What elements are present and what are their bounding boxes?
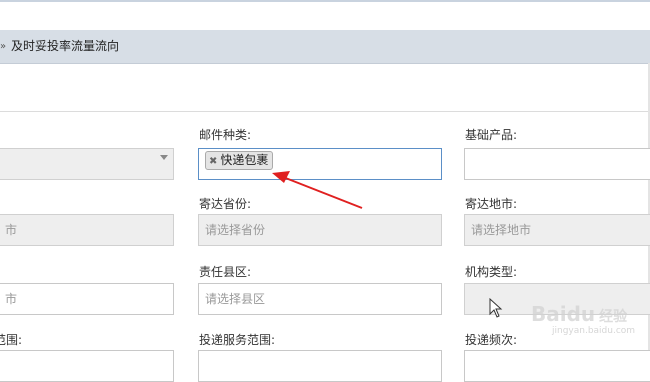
watermark-sub: 经验: [599, 309, 628, 325]
arrow-shaft: [282, 176, 363, 209]
arrow-head: [272, 171, 290, 183]
watermark-text: Baidu: [531, 302, 596, 326]
watermark-url: jingyan.baidu.com: [552, 326, 636, 336]
mouse-cursor-icon: [489, 298, 503, 318]
watermark-logo: Baidu 经验: [531, 302, 627, 326]
